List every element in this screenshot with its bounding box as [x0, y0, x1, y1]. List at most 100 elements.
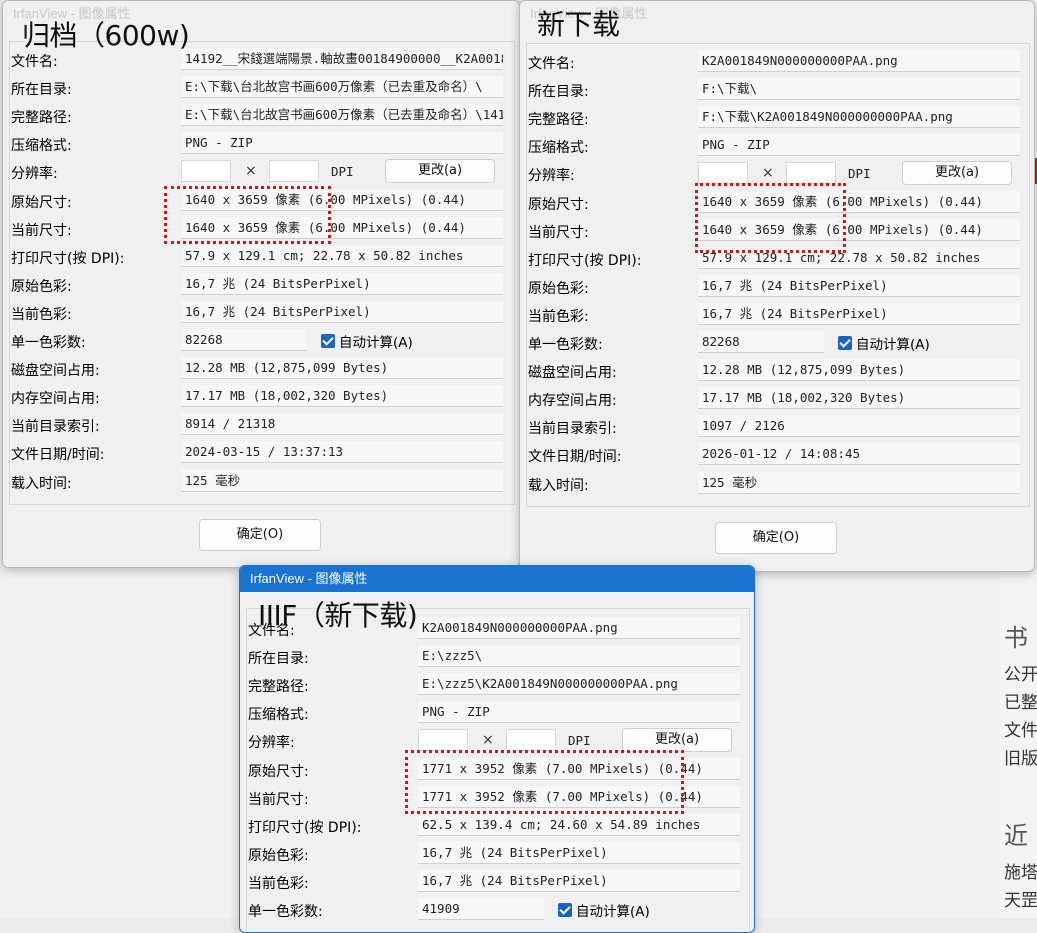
change-dpi-button[interactable]: 更改(a) [622, 728, 732, 753]
property-label: 单一色彩数: [11, 335, 86, 351]
dpi-y-input[interactable] [269, 160, 319, 183]
property-label: 压缩格式: [528, 140, 589, 157]
property-value-compression: PNG - ZIP [698, 134, 1020, 157]
dpi-x-input[interactable] [698, 162, 748, 185]
checkbox-checked-icon[interactable] [838, 336, 852, 350]
property-label: 单一色彩数: [248, 904, 323, 920]
properties-window-new-download[interactable]: IrfanView - 图像属性 文件名: K2A001849N000000000… [519, 0, 1035, 572]
property-row-disk: 磁盘空间占用: 12.28 MB (12,875,099 Bytes) [3, 356, 519, 382]
property-row-curr-color: 当前色彩: 16,7 兆 (24 BitsPerPixel) [240, 869, 754, 895]
property-value-curr-color: 16,7 兆 (24 BitsPerPixel) [181, 300, 503, 323]
property-label: 当前色彩: [11, 306, 72, 323]
property-label: 所在目录: [248, 651, 309, 668]
highlight-box-size-iiif [405, 750, 684, 814]
property-label: 原始尺寸: [11, 194, 72, 211]
property-label: 打印尺寸(按 DPI): [11, 250, 125, 267]
property-value-load: 125 毫秒 [181, 469, 503, 492]
checkbox-checked-icon[interactable] [321, 334, 335, 348]
auto-calc-checkbox[interactable]: 自动计算(A) [321, 331, 413, 351]
property-value-fullpath: F:\下载\K2A001849N000000000PAA.png [698, 106, 1020, 129]
property-row-unique-colors: 单一色彩数: 82268 自动计算(A) [520, 330, 1034, 356]
property-row-resolution: 分辨率: × DPI 更改(a) [3, 159, 519, 185]
property-value-directory: E:\下载\台北故宫书画600万像素（已去重及命名）\ [181, 76, 503, 99]
dpi-y-input[interactable] [786, 162, 836, 185]
property-value-orig-color: 16,7 兆 (24 BitsPerPixel) [181, 272, 503, 295]
bg-text: 近 [1004, 822, 1028, 850]
property-row-directory: 所在目录: E:\下载\台北故宫书画600万像素（已去重及命名）\ [3, 75, 519, 101]
change-dpi-button[interactable]: 更改(a) [385, 159, 495, 184]
dpi-x-input[interactable] [418, 729, 468, 752]
property-row-orig-color: 原始色彩: 16,7 兆 (24 BitsPerPixel) [240, 841, 754, 867]
property-row-print-size: 打印尺寸(按 DPI): 62.5 x 139.4 cm; 24.60 x 54.… [240, 813, 754, 839]
property-label: 磁盘空间占用: [11, 363, 100, 380]
auto-calc-label: 自动计算(A) [856, 337, 930, 353]
bg-text: 旧版 [1004, 749, 1037, 769]
overlay-label-archive: 归档（600w) [22, 19, 190, 52]
property-label: 分辨率: [248, 735, 295, 752]
property-value-disk: 12.28 MB (12,875,099 Bytes) [698, 359, 1020, 382]
property-row-orig-color: 原始色彩: 16,7 兆 (24 BitsPerPixel) [3, 272, 519, 298]
property-label: 原始色彩: [11, 278, 72, 295]
property-label: 完整路径: [528, 112, 589, 129]
dpi-unit-label: DPI [568, 733, 591, 749]
properties-window-archive[interactable]: IrfanView - 图像属性 文件名: 14192__宋錢選端陽景.軸故畫00… [2, 0, 520, 568]
ok-button[interactable]: 确定(O) [199, 519, 321, 551]
ok-button[interactable]: 确定(O) [715, 522, 837, 554]
property-row-print-size: 打印尺寸(按 DPI): 57.9 x 129.1 cm; 22.78 x 50.… [3, 244, 519, 270]
property-value-memory: 17.17 MB (18,002,320 Bytes) [181, 385, 503, 408]
checkbox-checked-icon[interactable] [558, 903, 572, 917]
property-label: 打印尺寸(按 DPI): [248, 819, 362, 836]
property-value-memory: 17.17 MB (18,002,320 Bytes) [698, 387, 1020, 410]
property-value-load: 125 毫秒 [698, 471, 1020, 494]
property-label: 当前尺寸: [11, 222, 72, 239]
property-value-date: 2026-01-12 / 14:08:45 [698, 443, 1020, 466]
dpi-unit-label: DPI [848, 166, 871, 182]
property-label: 原始色彩: [528, 280, 589, 297]
property-value-print-size: 57.9 x 129.1 cm; 22.78 x 50.82 inches [181, 244, 503, 267]
property-label: 当前色彩: [248, 875, 309, 892]
dpi-unit-label: DPI [331, 164, 354, 180]
auto-calc-checkbox[interactable]: 自动计算(A) [838, 333, 930, 353]
property-row-compression: 压缩格式: PNG - ZIP [240, 700, 754, 726]
property-label: 所在目录: [11, 82, 72, 99]
property-label: 压缩格式: [11, 138, 72, 155]
bg-text: 文件 [1004, 721, 1037, 741]
property-label: 分辨率: [528, 168, 575, 185]
property-row-index: 当前目录索引: 1097 / 2126 [520, 414, 1034, 440]
property-value-date: 2024-03-15 / 13:37:13 [181, 441, 503, 464]
property-label: 当前目录索引: [11, 419, 100, 436]
property-row-filename: 文件名: K2A001849N000000000PAA.png [520, 49, 1034, 75]
property-row-unique-colors: 单一色彩数: 82268 自动计算(A) [3, 328, 519, 354]
highlight-box-size-archive [164, 186, 331, 244]
property-value-filename: K2A001849N000000000PAA.png [698, 50, 1020, 72]
property-label: 当前尺寸: [528, 224, 589, 241]
unique-colors-value: 82268 [181, 329, 307, 351]
auto-calc-label: 自动计算(A) [576, 904, 650, 920]
property-row-disk: 磁盘空间占用: 12.28 MB (12,875,099 Bytes) [520, 358, 1034, 384]
property-label: 文件日期/时间: [11, 447, 105, 464]
property-value-curr-color: 16,7 兆 (24 BitsPerPixel) [418, 869, 740, 892]
property-label: 当前尺寸: [248, 791, 309, 808]
property-label: 当前色彩: [528, 308, 589, 325]
auto-calc-checkbox[interactable]: 自动计算(A) [558, 900, 650, 920]
property-value-disk: 12.28 MB (12,875,099 Bytes) [181, 357, 503, 380]
property-value-index: 1097 / 2126 [698, 415, 1020, 438]
property-row-date: 文件日期/时间: 2024-03-15 / 13:37:13 [3, 440, 519, 466]
dpi-x-input[interactable] [181, 160, 231, 183]
property-row-unique-colors: 单一色彩数: 41909 自动计算(A) [240, 897, 754, 923]
property-row-compression: 压缩格式: PNG - ZIP [520, 133, 1034, 159]
change-dpi-button[interactable]: 更改(a) [902, 161, 1012, 186]
dpi-y-input[interactable] [506, 729, 556, 752]
property-row-orig-color: 原始色彩: 16,7 兆 (24 BitsPerPixel) [520, 274, 1034, 300]
bg-text: 书 [1004, 624, 1028, 652]
bg-text: 天罡 [1004, 891, 1037, 911]
property-row-memory: 内存空间占用: 17.17 MB (18,002,320 Bytes) [3, 384, 519, 410]
property-label: 内存空间占用: [528, 393, 617, 410]
property-value-directory: F:\下载\ [698, 78, 1020, 101]
property-label: 磁盘空间占用: [528, 365, 617, 382]
property-value-curr-color: 16,7 兆 (24 BitsPerPixel) [698, 302, 1020, 325]
unique-colors-value: 41909 [418, 898, 544, 920]
multiply-icon: × [762, 165, 774, 182]
bg-text: 已整 [1004, 693, 1037, 713]
property-row-curr-color: 当前色彩: 16,7 兆 (24 BitsPerPixel) [520, 302, 1034, 328]
